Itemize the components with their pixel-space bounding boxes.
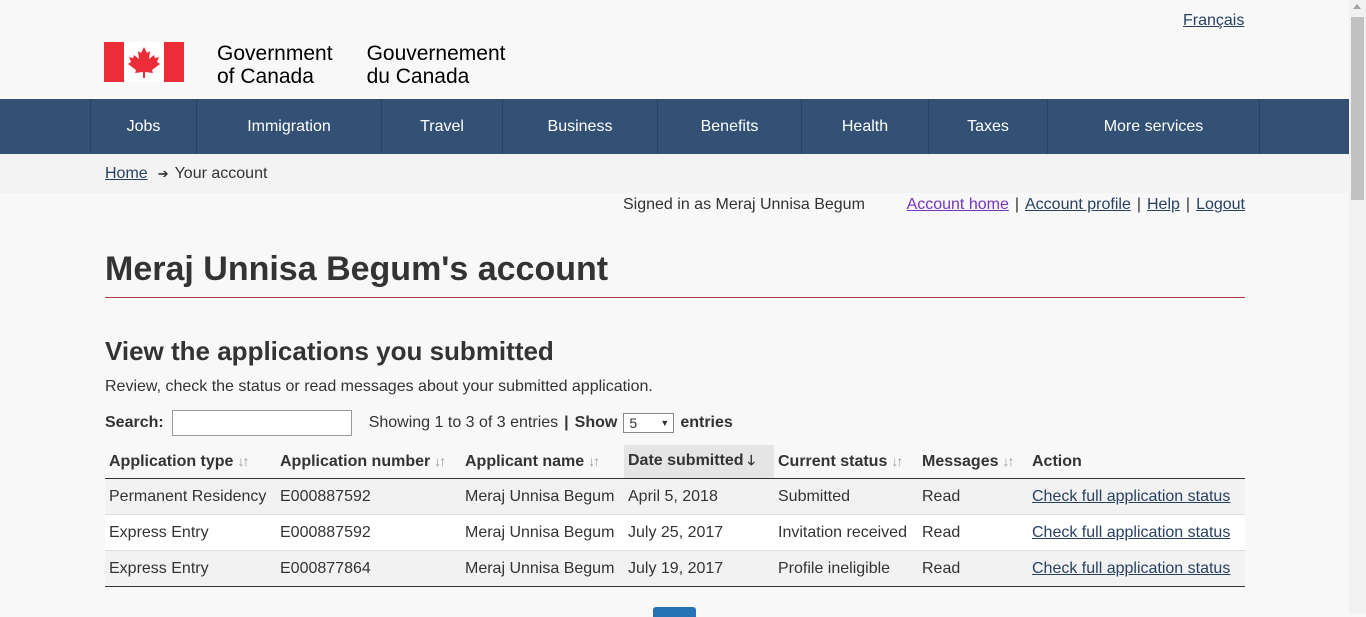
menu-item-more-services[interactable]: More services (1048, 99, 1260, 154)
cell-date-submitted: April 5, 2018 (624, 478, 774, 515)
cell-current-status: Invitation received (774, 514, 918, 551)
table-controls: Search: Showing 1 to 3 of 3 entries | Sh… (105, 410, 733, 436)
scrollbar-thumb[interactable] (1351, 17, 1364, 200)
cell-application-number: E000887592 (276, 478, 461, 515)
column-header-label: Application type (109, 452, 234, 470)
table-row: Express Entry E000877864 Meraj Unnisa Be… (105, 550, 1245, 587)
page-scrollbar[interactable] (1349, 0, 1366, 613)
cell-application-type: Permanent Residency (105, 478, 276, 515)
goc-signature[interactable]: Government of Canada Gouvernement du Can… (104, 42, 505, 88)
brand-fr-line2: du Canada (366, 65, 470, 88)
main-menu: Jobs Immigration Travel Business Benefit… (0, 99, 1349, 154)
table-row: Permanent Residency E000887592 Meraj Unn… (105, 478, 1245, 515)
show-label: Show (574, 414, 618, 431)
canada-flag-icon (104, 42, 184, 82)
cell-messages: Read (918, 550, 1028, 587)
cell-applicant-name: Meraj Unnisa Begum (461, 550, 624, 587)
entries-info: Showing 1 to 3 of 3 entries (368, 414, 559, 431)
menu-item-taxes[interactable]: Taxes (929, 99, 1048, 154)
breadcrumb-home-link[interactable]: Home (105, 165, 148, 183)
cell-action: Check full application status (1028, 550, 1245, 587)
page-title: Meraj Unnisa Begum's account (105, 250, 609, 288)
cell-application-type: Express Entry (105, 514, 276, 551)
page-length-value: 5 (629, 415, 638, 431)
search-input[interactable] (171, 410, 352, 436)
separator: | (564, 414, 569, 431)
cell-messages: Read (918, 478, 1028, 515)
table-row: Express Entry E000887592 Meraj Unnisa Be… (105, 514, 1245, 551)
separator: | (1136, 196, 1141, 213)
column-header-label: Messages (922, 452, 999, 470)
cell-action: Check full application status (1028, 478, 1245, 515)
check-status-link[interactable]: Check full application status (1032, 524, 1230, 541)
applications-table: Application type ↓↑ Application number ↓↑ … (105, 445, 1245, 587)
menu-item-benefits[interactable]: Benefits (658, 99, 802, 154)
section-title: View the applications you submitted (105, 336, 554, 366)
page-length-select[interactable]: 5 ▼ (623, 413, 675, 433)
brand-text-en: Government of Canada (217, 42, 333, 88)
pagination-button[interactable] (653, 607, 696, 617)
separator: | (1185, 196, 1191, 213)
dropdown-arrow-icon: ▼ (660, 418, 670, 428)
logout-link[interactable]: Logout (1196, 196, 1245, 214)
sort-icon: ↓↑ (1002, 452, 1015, 469)
column-header-label: Action (1032, 452, 1082, 470)
account-profile-link[interactable]: Account profile (1025, 196, 1131, 214)
column-header-action: Action (1028, 445, 1245, 479)
menu-item-health[interactable]: Health (802, 99, 929, 154)
brand-fr-line1: Gouvernement (366, 42, 506, 65)
column-header-application-number[interactable]: Application number ↓↑ (276, 445, 461, 479)
cell-application-number: E000877864 (276, 550, 461, 587)
breadcrumb-current: Your account (174, 165, 268, 182)
menu-item-travel[interactable]: Travel (382, 99, 503, 154)
column-header-application-type[interactable]: Application type ↓↑ (105, 445, 276, 479)
column-header-label: Date submitted (628, 451, 744, 469)
title-underline (105, 297, 1245, 298)
help-link[interactable]: Help (1147, 196, 1180, 214)
cell-date-submitted: July 19, 2017 (624, 550, 774, 587)
column-header-label: Current status (778, 452, 888, 470)
column-header-applicant-name[interactable]: Applicant name ↓↑ (461, 445, 624, 479)
column-header-label: Applicant name (465, 452, 585, 470)
brand-en-line1: Government (217, 42, 333, 65)
entries-label: entries (680, 414, 733, 431)
language-toggle-link[interactable]: Français (1183, 12, 1244, 30)
cell-current-status: Submitted (774, 478, 918, 515)
sort-icon: ↓↑ (891, 452, 903, 469)
sort-icon: ↓↑ (237, 452, 249, 469)
cell-date-submitted: July 25, 2017 (624, 514, 774, 551)
search-label: Search: (105, 414, 164, 431)
breadcrumb: Home ➔ Your account (0, 154, 1349, 193)
menu-item-business[interactable]: Business (503, 99, 658, 154)
cell-applicant-name: Meraj Unnisa Begum (461, 478, 624, 515)
cell-applicant-name: Meraj Unnisa Begum (461, 514, 624, 551)
sort-descending-icon: 🡓 (747, 451, 755, 468)
cell-current-status: Profile ineligible (774, 550, 918, 587)
check-status-link[interactable]: Check full application status (1032, 488, 1230, 505)
signed-in-text: Signed in as Meraj Unnisa Begum (623, 196, 865, 213)
account-home-link[interactable]: Account home (907, 196, 1009, 214)
menu-item-jobs[interactable]: Jobs (91, 99, 197, 154)
arrow-right-icon: ➔ (157, 166, 169, 181)
column-header-current-status[interactable]: Current status ↓↑ (774, 445, 918, 479)
column-header-label: Application number (280, 452, 431, 470)
scroll-up-arrow-icon[interactable] (1353, 4, 1361, 9)
cell-messages: Read (918, 514, 1028, 551)
cell-application-type: Express Entry (105, 550, 276, 587)
brand-en-line2: of Canada (217, 65, 314, 88)
cell-application-number: E000887592 (276, 514, 461, 551)
column-header-date-submitted[interactable]: Date submitted 🡓 (624, 445, 774, 479)
column-header-messages[interactable]: Messages ↓↑ (918, 445, 1028, 479)
intro-text: Review, check the status or read message… (105, 378, 653, 395)
separator: | (1014, 196, 1019, 213)
sort-icon: ↓↑ (434, 452, 446, 469)
sort-icon: ↓↑ (588, 452, 600, 469)
menu-item-immigration[interactable]: Immigration (197, 99, 382, 154)
brand-text-fr: Gouvernement du Canada (367, 42, 506, 88)
check-status-link[interactable]: Check full application status (1032, 560, 1230, 577)
cell-action: Check full application status (1028, 514, 1245, 551)
